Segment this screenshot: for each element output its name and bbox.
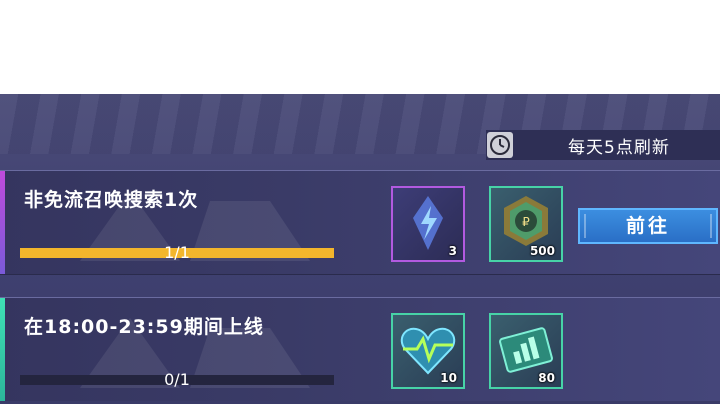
reward-count: 3	[448, 244, 457, 258]
progress-text: 1/1	[164, 243, 190, 262]
go-button[interactable]: 前往	[578, 208, 718, 244]
reward-item[interactable]: 10	[391, 313, 465, 389]
task-accent	[0, 171, 5, 274]
reward-item[interactable]: 3	[391, 186, 465, 262]
reward-count: 500	[529, 244, 555, 258]
clock-icon	[487, 132, 513, 158]
task-title: 在18:00-23:59期间上线	[24, 316, 264, 338]
progress-text: 0/1	[164, 370, 190, 389]
reward-item[interactable]: ₽ 500	[489, 186, 563, 262]
reward-item[interactable]: 80	[489, 313, 563, 389]
svg-text:₽: ₽	[522, 215, 530, 229]
task-accent	[0, 298, 5, 401]
reward-count: 80	[538, 371, 555, 385]
task-title: 非免流召唤搜索1次	[24, 189, 199, 211]
reward-count: 10	[440, 371, 457, 385]
refresh-label: 每天5点刷新	[568, 138, 670, 158]
task-row: 在18:00-23:59期间上线 0/1	[0, 297, 720, 401]
